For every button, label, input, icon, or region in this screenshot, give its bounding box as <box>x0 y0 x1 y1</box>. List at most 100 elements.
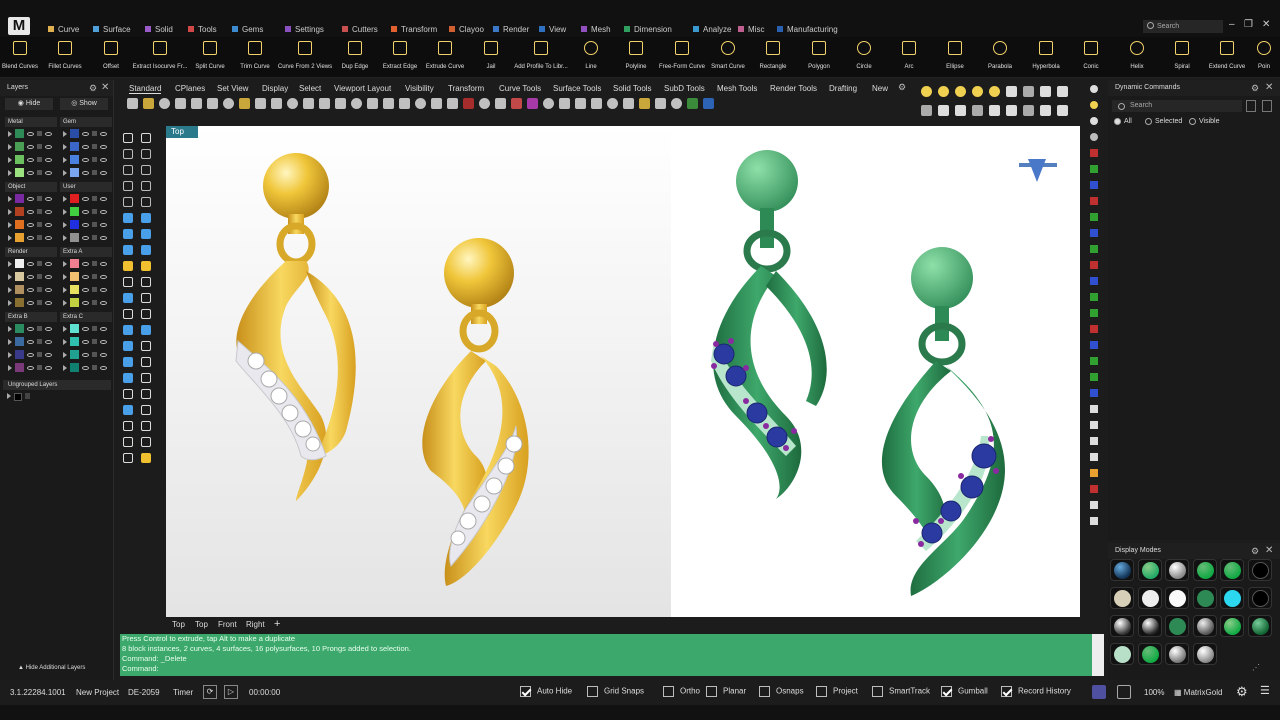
ribbon-tool-circle[interactable]: Circle <box>844 37 884 78</box>
layer-color-swatch[interactable] <box>70 233 79 242</box>
eye-icon[interactable] <box>27 209 34 214</box>
toolbar-tool-icon[interactable] <box>639 98 650 109</box>
layer-color-swatch[interactable] <box>15 168 24 177</box>
modeling-tool-icon[interactable] <box>141 277 151 287</box>
lock-icon[interactable] <box>92 261 97 266</box>
modeling-tool-icon[interactable] <box>123 405 133 415</box>
layer-color-swatch[interactable] <box>15 350 24 359</box>
toolbar-tool-icon[interactable] <box>143 98 154 109</box>
toolbar-tool-icon[interactable] <box>703 98 714 109</box>
expand-icon[interactable] <box>8 260 12 267</box>
modeling-tool-icon[interactable] <box>141 325 151 335</box>
menu-tab-curve[interactable]: Curve <box>48 22 79 36</box>
menu-tab-clayoo[interactable]: Clayoo <box>449 22 484 36</box>
ribbon-tool-blend-curves[interactable]: Blend Curves <box>0 37 40 78</box>
toolbar-tool-icon[interactable] <box>479 98 490 109</box>
lock-icon[interactable] <box>37 352 42 357</box>
expand-icon[interactable] <box>8 208 12 215</box>
eye-icon[interactable] <box>45 326 52 331</box>
toolbar-tool-icon[interactable] <box>415 98 426 109</box>
layer-color-swatch[interactable] <box>15 324 24 333</box>
ribbon-tool-helix[interactable]: Helix <box>1117 37 1157 78</box>
lock-icon[interactable] <box>37 326 42 331</box>
modeling-tool-icon[interactable] <box>141 149 151 159</box>
modeling-tool-icon[interactable] <box>141 293 151 303</box>
render-tool-icon[interactable] <box>1023 105 1034 116</box>
minimize-icon[interactable]: – <box>1229 19 1235 30</box>
layer-color-swatch[interactable] <box>70 220 79 229</box>
toolbar-tool-icon[interactable] <box>447 98 458 109</box>
toolbar-tool-icon[interactable] <box>399 98 410 109</box>
render-tool-icon[interactable] <box>1006 86 1017 97</box>
eye-icon[interactable] <box>27 365 34 370</box>
modeling-tool-icon[interactable] <box>123 261 133 271</box>
eye-icon[interactable] <box>45 196 52 201</box>
command-scrollbar[interactable] <box>1092 634 1104 676</box>
layer-row[interactable] <box>60 257 112 270</box>
toolbar-tool-icon[interactable] <box>351 98 362 109</box>
display-mode-button[interactable] <box>1220 559 1244 581</box>
checkbox[interactable] <box>663 686 674 697</box>
transform-tool-icon[interactable] <box>1090 309 1098 317</box>
eye-icon[interactable] <box>100 235 107 240</box>
toolbar-tool-icon[interactable] <box>191 98 202 109</box>
layer-color-swatch[interactable] <box>15 337 24 346</box>
modeling-tool-icon[interactable] <box>123 373 133 383</box>
layer-row[interactable] <box>5 361 57 374</box>
render-tool-icon[interactable] <box>921 86 932 97</box>
modeling-tool-icon[interactable] <box>123 277 133 287</box>
toolbar-tool-icon[interactable] <box>623 98 634 109</box>
layer-color-swatch[interactable] <box>15 207 24 216</box>
eye-icon[interactable] <box>100 300 107 305</box>
toggle-grid-snaps[interactable]: Grid Snaps <box>587 686 644 697</box>
layer-color-swatch[interactable] <box>15 155 24 164</box>
toolbar-tool-icon[interactable] <box>239 98 250 109</box>
toolbar-tool-icon[interactable] <box>271 98 282 109</box>
checkbox[interactable] <box>587 686 598 697</box>
expand-icon[interactable] <box>63 273 67 280</box>
ribbon-tool-extrude-curve[interactable]: Extrude Curve <box>425 37 465 78</box>
checkbox[interactable] <box>706 686 717 697</box>
eye-icon[interactable] <box>27 196 34 201</box>
layer-row[interactable] <box>60 140 112 153</box>
ribbon-tool-extract-isocurve-fr-[interactable]: Extract Isocurve Fr... <box>132 37 188 78</box>
menu-tab-transform[interactable]: Transform <box>391 22 437 36</box>
toolbar-tool-icon[interactable] <box>383 98 394 109</box>
layer-row[interactable] <box>5 127 57 140</box>
layer-row[interactable] <box>5 218 57 231</box>
layer-color-swatch[interactable] <box>70 194 79 203</box>
layer-row[interactable] <box>5 231 57 244</box>
play-icon[interactable]: ▷ <box>224 685 238 699</box>
transform-tool-icon[interactable] <box>1090 341 1098 349</box>
transform-tool-icon[interactable] <box>1090 213 1098 221</box>
toggle-osnaps[interactable]: Osnaps <box>759 686 804 697</box>
eye-icon[interactable] <box>100 352 107 357</box>
transform-tool-icon[interactable] <box>1090 389 1098 397</box>
lock-icon[interactable] <box>37 274 42 279</box>
eye-icon[interactable] <box>27 170 34 175</box>
layer-group-header[interactable]: Extra B <box>5 312 57 322</box>
lock-icon[interactable] <box>37 209 42 214</box>
tab-new[interactable]: New <box>872 84 888 93</box>
toolbar-tool-icon[interactable] <box>591 98 602 109</box>
transform-tool-icon[interactable] <box>1090 373 1098 381</box>
layer-color-swatch[interactable] <box>15 233 24 242</box>
render-icon[interactable] <box>1092 685 1106 699</box>
eye-icon[interactable] <box>82 326 89 331</box>
modeling-tool-icon[interactable] <box>141 421 151 431</box>
display-mode-button[interactable] <box>1165 559 1189 581</box>
dynamic-commands-search[interactable]: Search <box>1112 100 1242 112</box>
modeling-tool-icon[interactable] <box>123 357 133 367</box>
render-tool-icon[interactable] <box>989 86 1000 97</box>
eye-icon[interactable] <box>100 196 107 201</box>
lock-icon[interactable] <box>92 300 97 305</box>
menu-tab-view[interactable]: View <box>539 22 566 36</box>
viewport-tab-top[interactable]: Top <box>195 620 208 629</box>
lock-icon[interactable] <box>37 144 42 149</box>
render-tool-icon[interactable] <box>989 105 1000 116</box>
toolbar-tool-icon[interactable] <box>607 98 618 109</box>
eye-icon[interactable] <box>100 222 107 227</box>
layer-color-swatch[interactable] <box>70 337 79 346</box>
layer-row[interactable] <box>5 166 57 179</box>
eye-icon[interactable] <box>27 235 34 240</box>
